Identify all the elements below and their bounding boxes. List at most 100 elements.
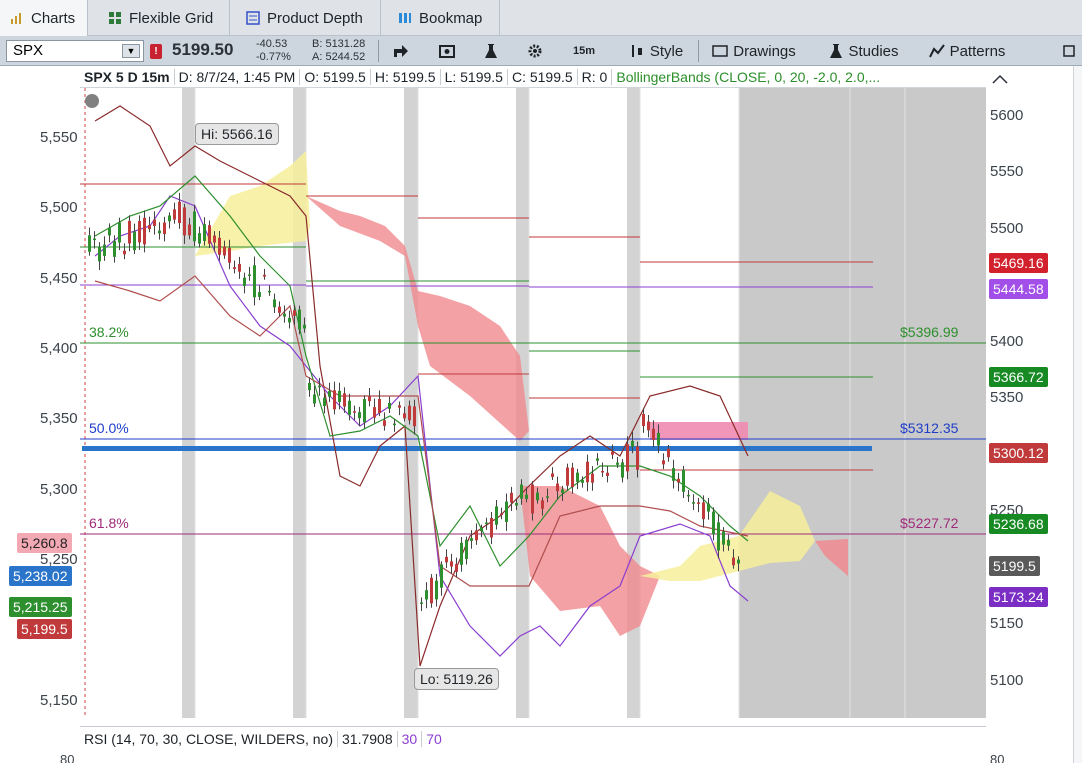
candle-body <box>348 400 351 415</box>
candle-body <box>586 461 589 483</box>
candle-body <box>692 502 695 504</box>
left-axis-tick: 5,400 <box>40 340 78 357</box>
studies-icon <box>830 44 843 58</box>
candle-body <box>551 473 554 477</box>
candle-body <box>298 309 301 330</box>
left-price-tag: 5,238.02 <box>9 566 72 586</box>
right-axis-tick: 5400 <box>990 333 1024 350</box>
style-button[interactable]: Style <box>620 36 692 66</box>
candle-body <box>485 522 488 525</box>
candle-body <box>203 224 206 241</box>
candle-body <box>576 472 579 482</box>
tab-label: Product Depth <box>267 9 363 27</box>
depth-icon <box>246 11 260 25</box>
study-label[interactable]: BollingerBands (CLOSE, 0, 20, -2.0, 2.0,… <box>612 69 884 85</box>
left-axis-tick: 5,450 <box>40 270 78 287</box>
tab-charts[interactable]: Charts <box>0 0 88 36</box>
session-separator <box>182 88 195 718</box>
candle-body <box>248 274 251 276</box>
drawings-button[interactable]: Drawings <box>704 36 804 66</box>
candle-body <box>333 390 336 410</box>
candle-body <box>108 227 111 236</box>
candle-body <box>383 420 386 426</box>
price-chart[interactable] <box>0 66 1082 763</box>
timeframe-button[interactable]: 15m <box>565 40 603 62</box>
candle-body <box>193 211 196 242</box>
right-side-panel[interactable] <box>1073 66 1082 763</box>
tab-bookmap[interactable]: Bookmap <box>388 0 500 36</box>
bar-range: R: 0 <box>578 68 613 85</box>
candle-body <box>388 402 391 409</box>
candle-body <box>408 405 411 421</box>
candle-body <box>722 531 725 545</box>
right-axis-tick: 5100 <box>990 672 1024 689</box>
candle-body <box>531 484 534 514</box>
candle-body <box>475 530 478 541</box>
rsi-info-bar: RSI (14, 70, 30, CLOSE, WILDERS, no) 31.… <box>80 726 986 750</box>
candle-body <box>465 539 468 559</box>
bar-low: L: 5199.5 <box>441 68 508 85</box>
left-price-tag: 5,199.5 <box>17 619 72 639</box>
candle-body <box>288 317 291 323</box>
candle-body <box>403 413 406 419</box>
expand-icon[interactable] <box>1056 36 1082 66</box>
candle-body <box>148 225 151 230</box>
rsi-value: 31.7908 <box>338 730 398 747</box>
left-axis-tick: 5,500 <box>40 199 78 216</box>
right-axis-tick: 5550 <box>990 163 1024 180</box>
chart-toolbar: SPX ▼ ! 5199.50 -40.53 -0.77% B: 5131.28… <box>0 36 1082 66</box>
symbol-input[interactable]: SPX ▼ <box>6 40 144 62</box>
rsi-overbought: 70 <box>426 730 442 747</box>
bid-value: B: 5131.28 <box>312 38 366 50</box>
candle-body <box>168 215 171 222</box>
candle-body <box>283 313 286 317</box>
candle-body <box>133 231 136 251</box>
candle-body <box>293 310 296 316</box>
candle-body <box>606 472 609 476</box>
right-price-tag: 5199.5 <box>989 556 1040 576</box>
bar-date: D: 8/7/24, 1:45 PM <box>175 68 301 85</box>
flask-icon[interactable] <box>478 36 504 66</box>
candle-body <box>258 292 261 297</box>
candle-body <box>88 235 91 252</box>
rsi-label[interactable]: RSI (14, 70, 30, CLOSE, WILDERS, no) <box>80 730 338 747</box>
candle-body <box>541 500 544 509</box>
alert-icon[interactable]: ! <box>150 44 162 59</box>
gear-icon[interactable] <box>522 36 548 66</box>
candle-body <box>445 556 448 563</box>
right-price-tag: 5236.68 <box>989 514 1048 534</box>
toolbar-divider <box>698 40 699 62</box>
candle-body <box>460 542 463 565</box>
candle-body <box>93 238 96 241</box>
candle-body <box>717 522 720 551</box>
left-axis-tick: 5,150 <box>40 692 78 709</box>
fib-price-label: $5396.99 <box>900 324 959 340</box>
candle-body <box>621 462 624 478</box>
candle-body <box>495 506 498 525</box>
candle-body <box>647 421 650 431</box>
price-chart-canvas[interactable] <box>0 66 1082 763</box>
candle-body <box>213 235 216 243</box>
candle-body <box>435 580 438 600</box>
snapshot-icon[interactable] <box>434 36 460 66</box>
candle-body <box>173 209 176 220</box>
candle-body <box>103 244 106 256</box>
candle-body <box>450 561 453 567</box>
left-axis-tick: 5,550 <box>40 129 78 146</box>
tab-product-depth[interactable]: Product Depth <box>236 0 381 36</box>
candle-body <box>712 511 715 535</box>
tab-flexible-grid[interactable]: Flexible Grid <box>98 0 230 36</box>
candle-body <box>233 267 236 270</box>
studies-button[interactable]: Studies <box>818 36 910 66</box>
top-tab-bar: Charts Flexible Grid Product Depth Bookm… <box>0 0 1082 36</box>
candle-body <box>393 423 396 426</box>
candle-body <box>238 263 241 272</box>
patterns-button[interactable]: Patterns <box>918 36 1016 66</box>
share-icon[interactable] <box>388 36 414 66</box>
symbol-dropdown-icon[interactable]: ▼ <box>122 44 140 58</box>
candle-body <box>273 299 276 308</box>
candle-body <box>308 382 311 391</box>
candle-body <box>480 527 483 532</box>
candle-body <box>687 494 690 497</box>
candle-body <box>626 444 629 472</box>
